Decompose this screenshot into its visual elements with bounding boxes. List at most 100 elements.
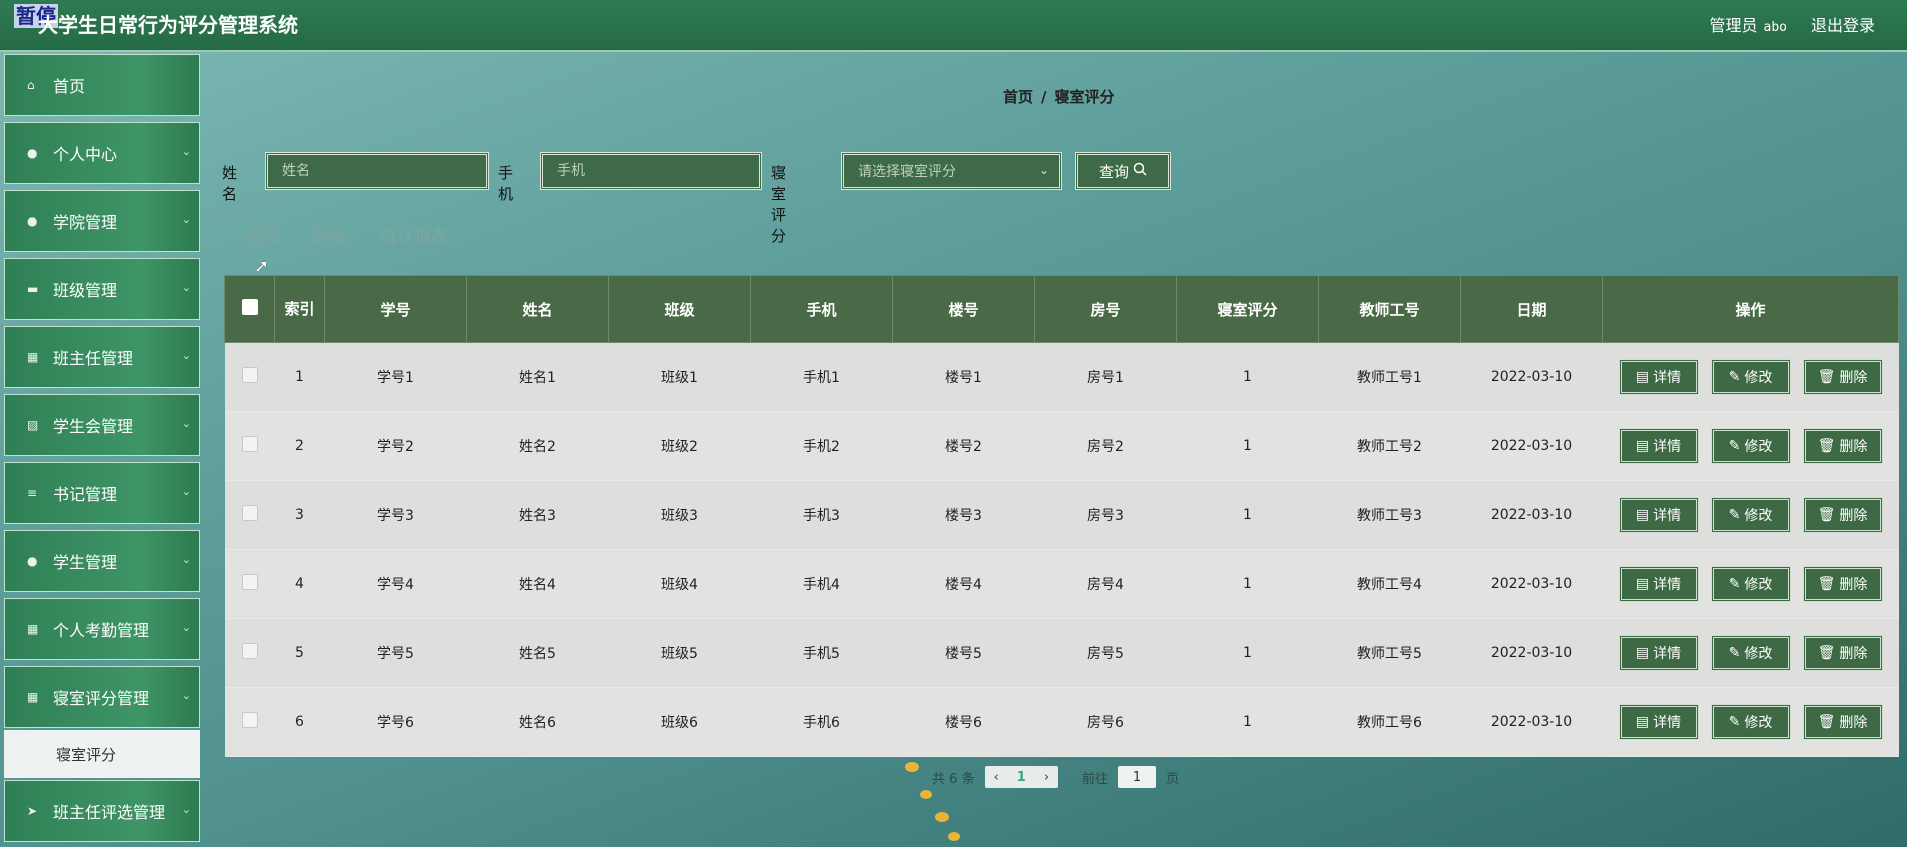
delete-button[interactable]: 🗑 删除 xyxy=(1802,428,1883,464)
sidebar-item-6[interactable]: ≡ 书记管理 ⌄ xyxy=(4,462,200,524)
table-row: 5 学号5 姓名5 班级5 手机5 楼号5 房号5 1 教师工号5 2022-03-10 ▤ 详情 ✎ 修… xyxy=(224,618,1899,688)
chevron-down-icon: ⌄ xyxy=(181,485,191,498)
delete-label: 删除 xyxy=(1839,508,1868,524)
table-cell: 教师工号3 xyxy=(1318,480,1461,550)
flower-decoration xyxy=(920,790,932,799)
edit-button[interactable]: ✎ 修改 xyxy=(1710,428,1791,464)
row-checkbox[interactable] xyxy=(241,436,258,452)
edit-button[interactable]: ✎ 修改 xyxy=(1710,566,1791,602)
chevron-down-icon: ⌄ xyxy=(181,553,191,566)
table-cell: 班级3 xyxy=(608,480,751,550)
user-name: abo xyxy=(1763,20,1787,35)
logout-link[interactable]: 退出登录 xyxy=(1811,12,1875,36)
sidebar-item-9[interactable]: ▦ 寝室评分管理 ⌄ xyxy=(4,666,200,728)
table-cell: 2022-03-10 xyxy=(1460,480,1603,550)
pagination: 共 6 条 ‹ 1 › 前往 1 页 xyxy=(932,766,1179,788)
sidebar-item-5[interactable]: ▨ 学生会管理 ⌄ xyxy=(4,394,200,456)
user-icon: ● xyxy=(27,146,38,160)
name-search-input[interactable] xyxy=(265,152,489,190)
phone-label: 手机 xyxy=(498,164,514,203)
row-select-cell xyxy=(224,687,275,757)
breadcrumb-home[interactable]: 首页 xyxy=(1003,88,1033,106)
next-page-icon[interactable]: › xyxy=(1035,770,1058,785)
row-select-cell xyxy=(224,411,275,481)
column-header: 操作 xyxy=(1602,275,1899,343)
page-number[interactable]: 1 xyxy=(1008,770,1035,785)
edit-label: 修改 xyxy=(1744,646,1773,662)
detail-button[interactable]: ▤ 详情 xyxy=(1618,497,1699,533)
toolbar-actions: 新增 删除 统计报表 xyxy=(244,222,448,247)
top-header: 暂停 大学生日常行为评分管理系统 管理员 abo 退出登录 xyxy=(0,0,1907,52)
detail-label: 详情 xyxy=(1653,577,1682,593)
name-label: 姓名 xyxy=(222,164,238,203)
trash-icon: 🗑 xyxy=(1817,576,1836,592)
query-button[interactable]: 查询 xyxy=(1075,152,1171,190)
table-cell: 楼号1 xyxy=(892,342,1035,412)
edit-button[interactable]: ✎ 修改 xyxy=(1710,359,1791,395)
sidebar-item-8[interactable]: ▦ 个人考勤管理 ⌄ xyxy=(4,598,200,660)
detail-button[interactable]: ▤ 详情 xyxy=(1618,704,1699,740)
sidebar-item-label: 班级管理 xyxy=(53,281,118,300)
goto-page-input[interactable]: 1 xyxy=(1118,766,1157,788)
sidebar-item-3[interactable]: ▬ 班级管理 ⌄ xyxy=(4,258,200,320)
breadcrumb: 首页 / 寝室评分 xyxy=(1003,86,1115,107)
table-cell: 班级4 xyxy=(608,549,751,619)
detail-button[interactable]: ▤ 详情 xyxy=(1618,635,1699,671)
sidebar-item-label: 个人中心 xyxy=(53,145,118,164)
table-cell: 6 xyxy=(274,687,325,757)
sidebar-item-teacher-election[interactable]: ➤ 班主任评选管理 ⌄ xyxy=(4,780,200,842)
edit-button[interactable]: ✎ 修改 xyxy=(1710,635,1791,671)
row-checkbox[interactable] xyxy=(241,712,258,728)
sidebar-item-0[interactable]: ⌂ 首页 xyxy=(4,54,200,116)
report-button[interactable]: 统计报表 xyxy=(380,222,448,247)
delete-button[interactable]: 🗑 删除 xyxy=(1802,566,1883,602)
sidebar-item-1[interactable]: ● 个人中心 ⌄ xyxy=(4,122,200,184)
sidebar-item-4[interactable]: ▦ 班主任管理 ⌄ xyxy=(4,326,200,388)
edit-label: 修改 xyxy=(1744,508,1773,524)
table-row: 2 学号2 姓名2 班级2 手机2 楼号2 房号2 1 教师工号2 2022-03-10 ▤ 详情 ✎ 修… xyxy=(224,411,1899,481)
table-cell: 教师工号4 xyxy=(1318,549,1461,619)
sidebar-item-7[interactable]: ● 学生管理 ⌄ xyxy=(4,530,200,592)
detail-button[interactable]: ▤ 详情 xyxy=(1618,359,1699,395)
edit-button[interactable]: ✎ 修改 xyxy=(1710,704,1791,740)
goto-label: 前往 xyxy=(1082,771,1109,787)
row-checkbox[interactable] xyxy=(241,643,258,659)
row-checkbox[interactable] xyxy=(241,505,258,521)
row-checkbox[interactable] xyxy=(241,574,258,590)
total-count: 共 6 条 xyxy=(932,768,975,787)
sidebar-item-label: 学生管理 xyxy=(53,553,118,572)
edit-label: 修改 xyxy=(1744,577,1773,593)
detail-button[interactable]: ▤ 详情 xyxy=(1618,428,1699,464)
score-select[interactable]: 请选择寝室评分 ⌄ xyxy=(841,152,1062,190)
detail-button[interactable]: ▤ 详情 xyxy=(1618,566,1699,602)
app-title: 大学生日常行为评分管理系统 xyxy=(38,13,298,37)
pencil-icon: ✎ xyxy=(1728,438,1741,454)
sidebar-item-2[interactable]: ● 学院管理 ⌄ xyxy=(4,190,200,252)
delete-label: 删除 xyxy=(1839,715,1868,731)
prev-page-icon[interactable]: ‹ xyxy=(985,770,1008,785)
add-button[interactable]: 新增 xyxy=(244,222,278,247)
row-checkbox[interactable] xyxy=(241,367,258,383)
sidebar-subitem-dorm-score[interactable]: 寝室评分 xyxy=(4,730,200,778)
select-all-checkbox[interactable] xyxy=(241,299,258,315)
delete-button[interactable]: 🗑 删除 xyxy=(1802,704,1883,740)
menu-icon: ≡ xyxy=(27,486,38,500)
user-icon: ● xyxy=(27,214,38,228)
table-cell: 教师工号1 xyxy=(1318,342,1461,412)
column-header: 日期 xyxy=(1460,275,1603,343)
delete-button[interactable]: 🗑 删除 xyxy=(1802,635,1883,671)
select-all-cell xyxy=(224,275,275,343)
table-cell: 5 xyxy=(274,618,325,688)
delete-button[interactable]: 🗑 删除 xyxy=(1802,497,1883,533)
table-cell: 学号3 xyxy=(324,480,467,550)
table-row: 1 学号1 姓名1 班级1 手机1 楼号1 房号1 1 教师工号1 2022-03-10 ▤ 详情 ✎ 修… xyxy=(224,342,1899,412)
table-cell: 学号4 xyxy=(324,549,467,619)
document-icon: ▤ xyxy=(1635,576,1650,592)
table-cell: 房号4 xyxy=(1034,549,1177,619)
delete-button[interactable]: 🗑 删除 xyxy=(1802,359,1883,395)
phone-search-input[interactable] xyxy=(540,152,762,190)
batch-delete-button[interactable]: 删除 xyxy=(312,222,346,247)
total-suffix: 条 xyxy=(961,771,975,787)
table-cell: 2022-03-10 xyxy=(1460,342,1603,412)
edit-button[interactable]: ✎ 修改 xyxy=(1710,497,1791,533)
